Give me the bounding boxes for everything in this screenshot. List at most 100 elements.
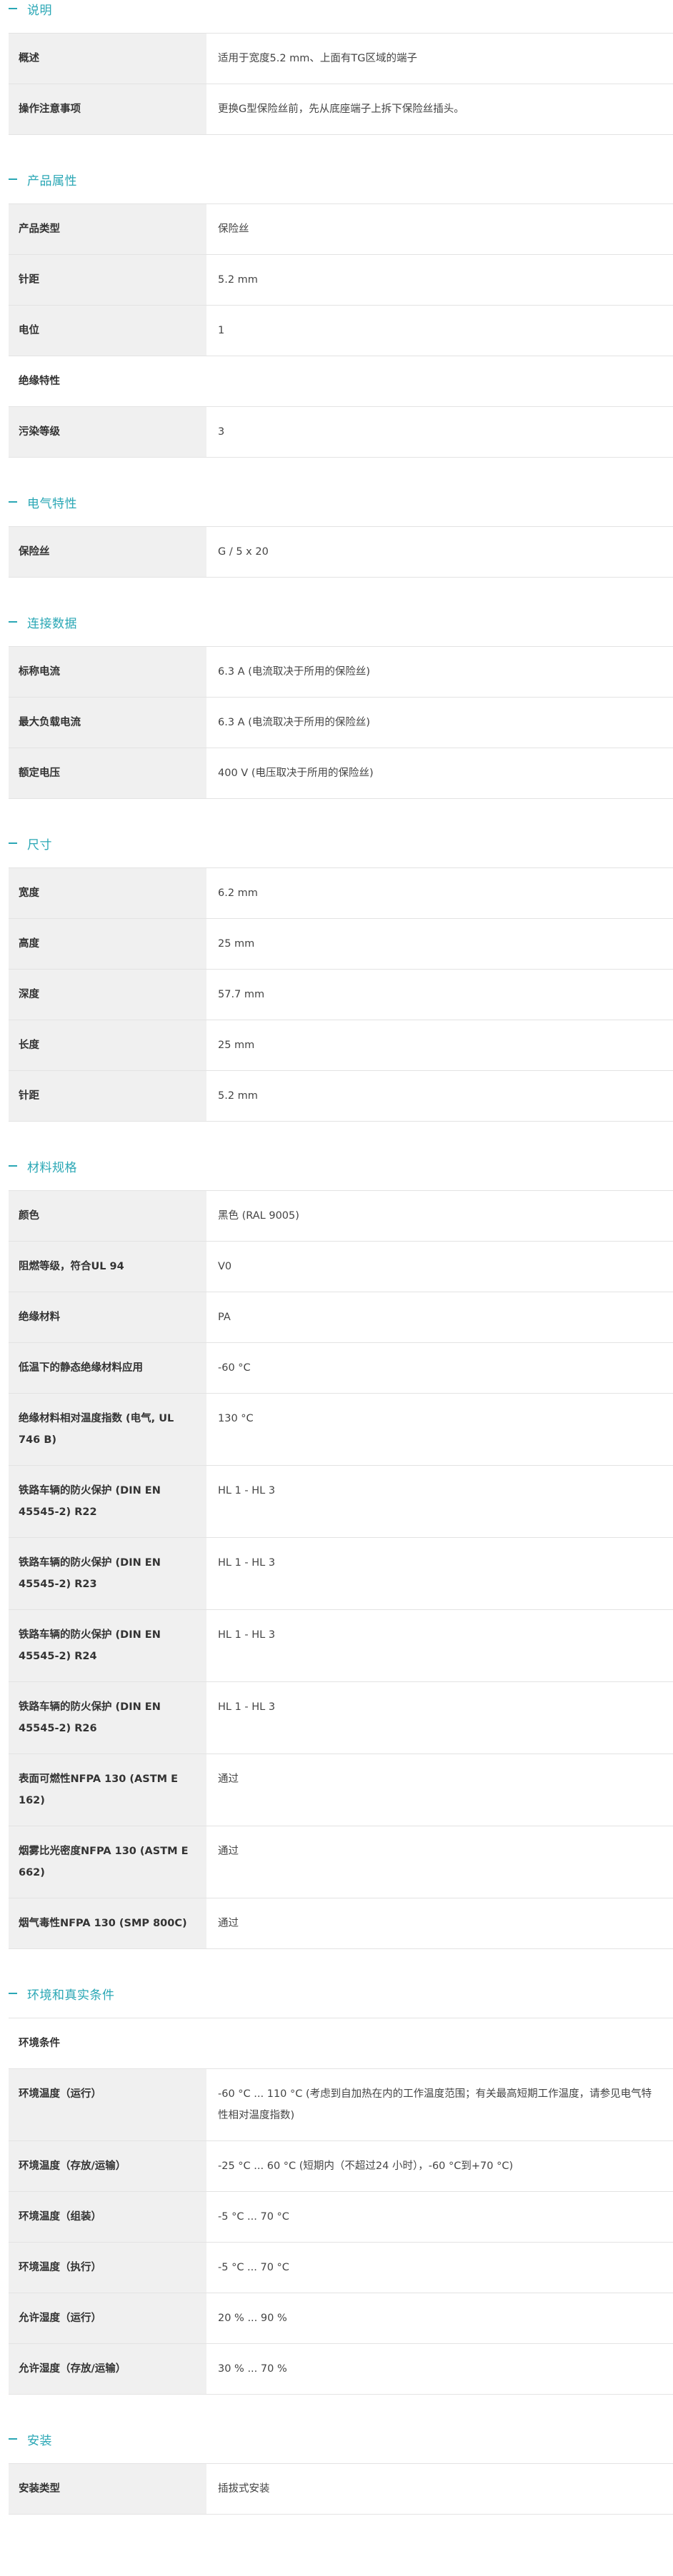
spec-label: 针距 — [9, 1071, 206, 1121]
spec-label: 概述 — [9, 34, 206, 84]
spec-label: 保险丝 — [9, 527, 206, 577]
spec-label: 环境温度（组装） — [9, 2192, 206, 2242]
spec-label: 铁路车辆的防火保护 (DIN EN 45545-2) R24 — [9, 1610, 206, 1681]
spec-row: 阻燃等级，符合UL 94 V0 — [9, 1241, 673, 1292]
spec-value: -60 °C ... 110 °C (考虑到自加热在内的工作温度范围；有关最高短… — [218, 2088, 652, 2121]
spec-label: 标称电流 — [9, 647, 206, 697]
section-title: 尺寸 — [27, 837, 52, 852]
section-header-dimensions[interactable]: 尺寸 — [0, 835, 673, 852]
collapse-dash-icon — [9, 1165, 17, 1167]
spec-value: HL 1 - HL 3 — [218, 1701, 276, 1713]
spec-label: 阻燃等级，符合UL 94 — [9, 1242, 206, 1292]
section-header-mounting[interactable]: 安装 — [0, 2430, 673, 2448]
section-header-electrical[interactable]: 电气特性 — [0, 493, 673, 511]
section-mounting: 安装 安装类型 插拔式安装 — [0, 2430, 673, 2550]
section-title: 说明 — [27, 3, 52, 18]
spec-label: 产品类型 — [9, 204, 206, 254]
spec-value: -60 °C — [218, 1362, 251, 1374]
collapse-dash-icon — [9, 2438, 17, 2440]
section-header-connection[interactable]: 连接数据 — [0, 613, 673, 631]
spec-label: 允许湿度（运行） — [9, 2293, 206, 2343]
section-header-environment[interactable]: 环境和真实条件 — [0, 1985, 673, 2003]
section-title: 材料规格 — [27, 1160, 77, 1175]
spec-label: 高度 — [9, 919, 206, 969]
spec-row: 产品类型 保险丝 — [9, 203, 673, 254]
spec-label: 铁路车辆的防火保护 (DIN EN 45545-2) R26 — [9, 1682, 206, 1754]
spec-row: 铁路车辆的防火保护 (DIN EN 45545-2) R24 HL 1 - HL … — [9, 1609, 673, 1681]
spec-label: 允许湿度（存放/运输） — [9, 2344, 206, 2394]
spec-label: 低温下的静态绝缘材料应用 — [9, 1343, 206, 1393]
spec-label: 表面可燃性NFPA 130 (ASTM E 162) — [9, 1754, 206, 1826]
spec-row: 允许湿度（存放/运输） 30 % ... 70 % — [9, 2343, 673, 2395]
collapse-dash-icon — [9, 8, 17, 9]
spec-value: V0 — [218, 1261, 232, 1272]
spec-label: 电位 — [9, 306, 206, 356]
spec-row: 针距 5.2 mm — [9, 1070, 673, 1122]
spec-row: 环境温度（运行） -60 °C ... 110 °C (考虑到自加热在内的工作温度… — [9, 2068, 673, 2140]
spec-value: 5.2 mm — [218, 1090, 258, 1102]
collapse-dash-icon — [9, 178, 17, 180]
spec-value: 黑色 (RAL 9005) — [218, 1210, 299, 1222]
spec-value: 更换G型保险丝前，先从底座端子上拆下保险丝插头。 — [218, 104, 464, 115]
spec-value: 20 % ... 90 % — [218, 2313, 287, 2324]
spec-table: 标称电流 6.3 A (电流取决于所用的保险丝) 最大负载电流 6.3 A (电流取决… — [9, 646, 673, 799]
spec-value: HL 1 - HL 3 — [218, 1485, 276, 1496]
collapse-dash-icon — [9, 621, 17, 623]
spec-row: 长度 25 mm — [9, 1020, 673, 1070]
spec-row: 低温下的静态绝缘材料应用 -60 °C — [9, 1342, 673, 1393]
collapse-dash-icon — [9, 1993, 17, 1994]
spec-value: 适用于宽度5.2 mm、上面有TG区域的端子 — [218, 53, 418, 64]
spec-value: HL 1 - HL 3 — [218, 1557, 276, 1569]
spec-label: 长度 — [9, 1020, 206, 1070]
spec-row: 概述 适用于宽度5.2 mm、上面有TG区域的端子 — [9, 33, 673, 84]
spec-label: 针距 — [9, 255, 206, 305]
spec-page: 说明 概述 适用于宽度5.2 mm、上面有TG区域的端子 操作注意事项 更换G型保险丝前… — [0, 0, 673, 2550]
spec-row: 深度 57.7 mm — [9, 969, 673, 1020]
spec-value: 3 — [218, 426, 225, 438]
section-connection: 连接数据 标称电流 6.3 A (电流取决于所用的保险丝) 最大负载电流 6.3 A (… — [0, 613, 673, 835]
section-title: 电气特性 — [27, 496, 77, 511]
section-title: 连接数据 — [27, 616, 77, 631]
spec-label: 铁路车辆的防火保护 (DIN EN 45545-2) R23 — [9, 1538, 206, 1609]
spec-row: 烟雾比光密度NFPA 130 (ASTM E 662) 通过 — [9, 1826, 673, 1898]
spec-row: 颜色 黑色 (RAL 9005) — [9, 1190, 673, 1241]
spec-row: 电位 1 — [9, 305, 673, 356]
spec-value: -5 °C ... 70 °C — [218, 2211, 289, 2223]
spec-row: 高度 25 mm — [9, 918, 673, 969]
section-electrical: 电气特性保险丝 G / 5 x 20 — [0, 493, 673, 613]
spec-label: 最大负载电流 — [9, 698, 206, 748]
spec-value: 25 mm — [218, 1040, 255, 1051]
spec-value: HL 1 - HL 3 — [218, 1629, 276, 1641]
section-header-description[interactable]: 说明 — [0, 0, 673, 18]
section-title: 产品属性 — [27, 173, 77, 188]
spec-table: 颜色 黑色 (RAL 9005) 阻燃等级，符合UL 94 V0 绝缘材料 PA 低温下的静… — [9, 1190, 673, 1949]
spec-table: 保险丝 G / 5 x 20 — [9, 526, 673, 578]
spec-value: 插拔式安装 — [218, 2483, 270, 2495]
spec-value: -25 °C ... 60 °C (短期内（不超过24 小时），-60 °C到+… — [218, 2160, 514, 2172]
spec-subheading-label: 绝缘特性 — [19, 376, 60, 387]
spec-value: 保险丝 — [218, 223, 249, 235]
spec-value: 5.2 mm — [218, 274, 258, 286]
section-header-product-properties[interactable]: 产品属性 — [0, 171, 673, 188]
spec-row: 绝缘材料相对温度指数 (电气, UL 746 B) 130 °C — [9, 1393, 673, 1465]
section-description: 说明 概述 适用于宽度5.2 mm、上面有TG区域的端子 操作注意事项 更换G型保险丝前… — [0, 0, 673, 171]
spec-value: 通过 — [218, 1773, 239, 1785]
section-product-properties: 产品属性 产品类型 保险丝 针距 5.2 mm 电位 1 绝缘特性 污染等级 3 — [0, 171, 673, 493]
spec-row: 铁路车辆的防火保护 (DIN EN 45545-2) R23 HL 1 - HL … — [9, 1537, 673, 1609]
spec-value: 通过 — [218, 1846, 239, 1857]
spec-row: 烟气毒性NFPA 130 (SMP 800C) 通过 — [9, 1898, 673, 1949]
section-header-materials[interactable]: 材料规格 — [0, 1157, 673, 1175]
spec-subheading: 环境条件 — [9, 2018, 673, 2068]
spec-row: 允许湿度（运行） 20 % ... 90 % — [9, 2293, 673, 2343]
spec-value: 6.3 A (电流取决于所用的保险丝) — [218, 666, 371, 678]
